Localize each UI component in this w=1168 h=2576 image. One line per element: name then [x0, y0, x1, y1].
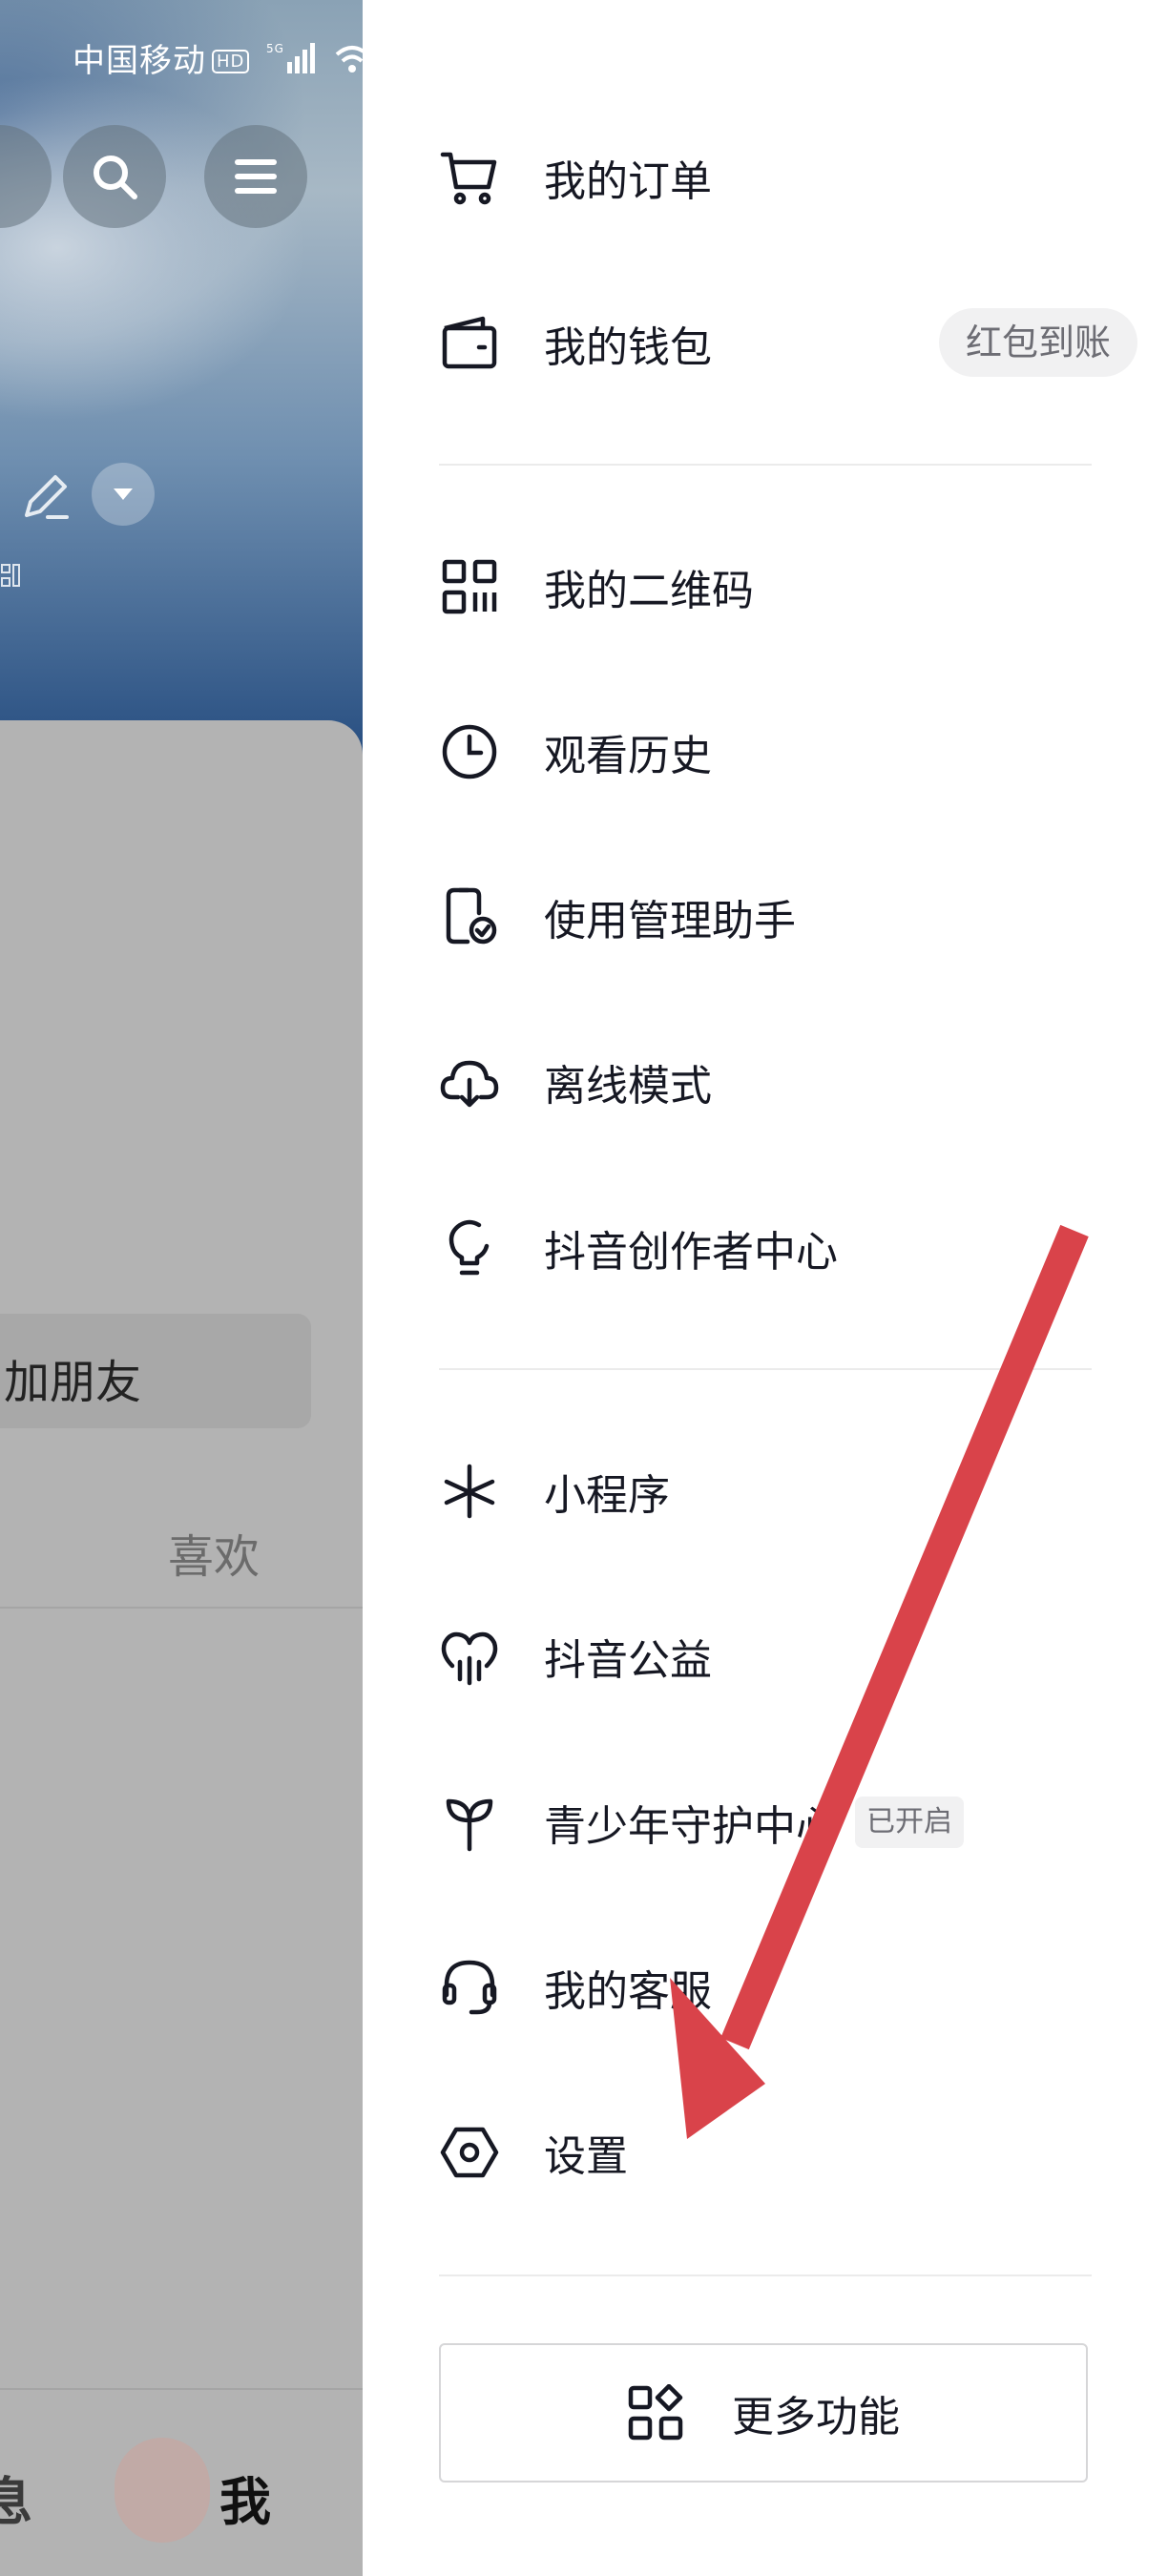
menu-item-label: 青少年守护中心 [544, 1802, 838, 1851]
menu-item-label: 我的钱包 [544, 323, 712, 372]
divider [0, 1607, 363, 1609]
section-divider [439, 2275, 1092, 2276]
menu-item-label: 小程序 [544, 1471, 670, 1520]
wallet-icon [439, 313, 500, 374]
asterisk-icon [439, 1461, 500, 1522]
cloud-download-icon [439, 1051, 500, 1112]
search-button[interactable] [63, 125, 166, 228]
search-icon [94, 156, 137, 199]
sprout-icon [439, 1792, 500, 1853]
menu-item-label: 离线模式 [544, 1062, 712, 1111]
red-packet-badge: 红包到账 [938, 308, 1137, 377]
hd-badge: HD [212, 50, 250, 73]
side-drawer-menu: 我的订单 我的钱包 红包到账 我的二维码 观看历史 使用管理助手 离线模式 抖音… [363, 0, 1168, 2576]
menu-item-customer-service[interactable]: 我的客服 [439, 1930, 1111, 2045]
carrier-text: 中国移动 [73, 42, 206, 80]
tab-messages[interactable]: 息 [0, 2460, 32, 2535]
menu-item-wallet[interactable]: 我的钱包 红包到账 [439, 286, 1137, 401]
cart-icon [439, 147, 500, 208]
background-profile-page: 中国移动 HD 5G 加朋友 喜欢 息 我 [0, 0, 363, 2576]
menu-item-watch-history[interactable]: 观看历史 [439, 695, 1111, 809]
section-divider [439, 464, 1092, 466]
add-friend-label: 加朋友 [4, 1356, 142, 1409]
mascot-image [115, 2438, 210, 2543]
menu-item-label: 设置 [544, 2132, 628, 2181]
divider [0, 2388, 363, 2390]
profile-content-card [0, 720, 363, 2576]
more-functions-label: 更多功能 [732, 2393, 900, 2441]
menu-button[interactable] [204, 125, 307, 228]
menu-item-label: 观看历史 [544, 732, 712, 780]
menu-item-orders[interactable]: 我的订单 [439, 120, 1111, 235]
account-dropdown-button[interactable] [92, 463, 155, 526]
grid-icon [627, 2384, 684, 2441]
menu-item-label: 抖音创作者中心 [544, 1228, 838, 1277]
menu-item-label: 抖音公益 [544, 1636, 712, 1685]
menu-item-charity[interactable]: 抖音公益 [439, 1599, 1111, 1714]
menu-item-qrcode[interactable]: 我的二维码 [439, 530, 1111, 644]
menu-item-label: 我的客服 [544, 1967, 712, 2016]
wifi-icon [335, 46, 363, 73]
qrcode-icon [439, 556, 500, 617]
more-functions-button[interactable]: 更多功能 [439, 2343, 1088, 2483]
edit-pencil-icon[interactable] [19, 469, 73, 523]
menu-item-youth-protection[interactable]: 青少年守护中心 已开启 [439, 1765, 1111, 1880]
enabled-badge: 已开启 [855, 1797, 964, 1848]
hexagon-settings-icon [439, 2122, 500, 2183]
menu-item-usage-assistant[interactable]: 使用管理助手 [439, 860, 1111, 974]
menu-item-label: 我的订单 [544, 157, 712, 206]
qrcode-fragment-icon [1, 564, 20, 587]
headset-icon [439, 1957, 500, 2018]
phone-check-icon [439, 886, 500, 947]
menu-item-settings[interactable]: 设置 [439, 2095, 1111, 2210]
add-friend-button[interactable]: 加朋友 [0, 1314, 311, 1428]
svg-text:5G: 5G [266, 42, 284, 55]
tab-me[interactable]: 我 [219, 2460, 271, 2535]
clock-icon [439, 721, 500, 782]
menu-item-creator-center[interactable]: 抖音创作者中心 [439, 1191, 1111, 1305]
heart-rain-icon [439, 1626, 500, 1687]
status-bar: 中国移动 HD 5G [73, 34, 363, 81]
menu-item-mini-programs[interactable]: 小程序 [439, 1434, 1111, 1548]
tab-likes[interactable]: 喜欢 [168, 1519, 260, 1586]
menu-item-label: 使用管理助手 [544, 897, 796, 945]
hamburger-icon [235, 159, 277, 194]
section-divider [439, 1368, 1092, 1370]
menu-item-label: 我的二维码 [544, 567, 754, 615]
profile-banner [0, 0, 363, 763]
menu-item-offline-mode[interactable]: 离线模式 [439, 1025, 1111, 1139]
lightbulb-icon [439, 1217, 500, 1278]
signal-icon: 5G [266, 42, 316, 73]
